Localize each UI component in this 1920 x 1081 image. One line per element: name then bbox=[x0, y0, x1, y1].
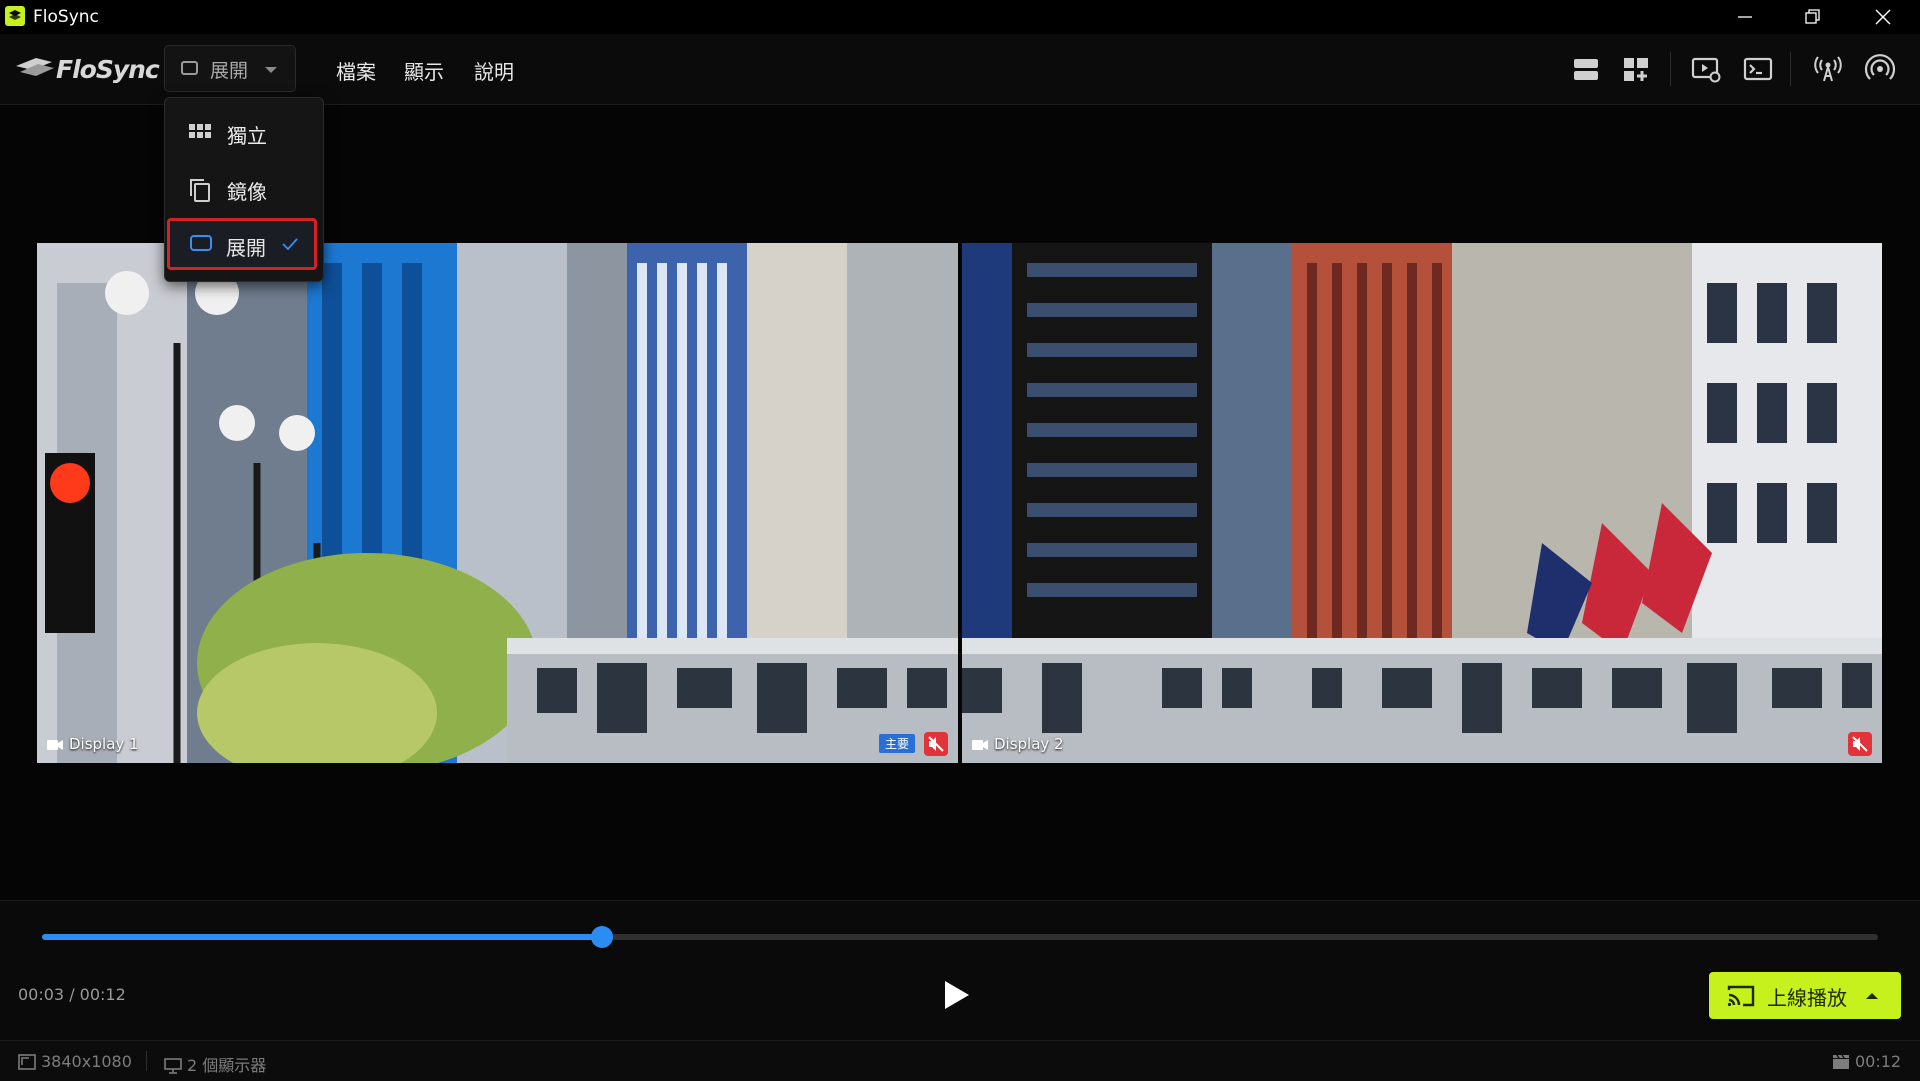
mute-button[interactable] bbox=[1848, 732, 1872, 756]
display-1-preview[interactable]: Display 1 主要 bbox=[37, 243, 958, 763]
copy-icon bbox=[190, 179, 210, 202]
broadcast-antenna-icon[interactable] bbox=[1812, 53, 1844, 85]
progress-fill bbox=[42, 934, 602, 940]
display-1-name: Display 1 bbox=[69, 735, 139, 753]
mode-option-label: 獨立 bbox=[227, 124, 267, 148]
cast-play-button[interactable]: 上線播放 bbox=[1709, 972, 1901, 1019]
app-icon bbox=[5, 6, 25, 26]
chevron-down-icon bbox=[265, 67, 277, 73]
mode-option-label: 鏡像 bbox=[227, 180, 267, 204]
terminal-icon[interactable] bbox=[1742, 53, 1774, 85]
layout-rows-icon[interactable] bbox=[1570, 53, 1602, 85]
toolbar-divider bbox=[1670, 52, 1671, 86]
mode-option-extend[interactable]: 展開 bbox=[167, 218, 317, 270]
displays-status: 2 個顯示器 bbox=[164, 1052, 266, 1076]
display-2-preview[interactable]: Display 2 bbox=[962, 243, 1882, 763]
display-2-image bbox=[962, 243, 1882, 763]
chevron-up-icon bbox=[1866, 993, 1878, 999]
resolution-text: 3840x1080 bbox=[41, 1052, 132, 1071]
monitor-icon bbox=[164, 1058, 182, 1074]
status-bar: 3840x1080 2 個顯示器 00:12 bbox=[0, 1040, 1920, 1081]
display-1-label: Display 1 bbox=[47, 735, 139, 753]
resolution-status: 3840x1080 bbox=[18, 1052, 132, 1071]
airplay-signal-icon[interactable] bbox=[1864, 53, 1896, 85]
restore-icon bbox=[1805, 9, 1820, 24]
window-title: FloSync bbox=[33, 7, 99, 27]
toolbar-divider bbox=[1790, 52, 1791, 86]
layout-grid-add-icon[interactable] bbox=[1620, 53, 1652, 85]
minimize-button[interactable] bbox=[1718, 0, 1772, 34]
logo-text: FloSync bbox=[56, 55, 160, 84]
title-bar: FloSync bbox=[0, 0, 1920, 34]
duration-status: 00:12 bbox=[1832, 1052, 1901, 1071]
mode-option-mirror[interactable]: 鏡像 bbox=[165, 163, 323, 215]
duration-text: 00:12 bbox=[1855, 1052, 1902, 1071]
speaker-muted-icon bbox=[928, 736, 944, 752]
status-divider bbox=[146, 1051, 147, 1071]
mute-button[interactable] bbox=[924, 732, 948, 756]
mode-option-label: 展開 bbox=[226, 236, 266, 260]
close-icon bbox=[1875, 9, 1891, 25]
minimize-icon bbox=[1738, 16, 1752, 18]
display-mode-dropdown: 獨立 鏡像 展開 bbox=[164, 97, 324, 282]
menu-help[interactable]: 說明 bbox=[474, 56, 514, 85]
restore-button[interactable] bbox=[1786, 0, 1840, 34]
menu-bar: FloSync 展開 檔案 顯示 說明 bbox=[0, 34, 1920, 105]
extend-icon bbox=[181, 61, 198, 75]
display-2-name: Display 2 bbox=[994, 735, 1064, 753]
extend-icon bbox=[190, 235, 212, 251]
grid-icon bbox=[189, 124, 211, 138]
camera-icon bbox=[47, 740, 63, 750]
video-settings-icon[interactable] bbox=[1690, 53, 1722, 85]
display-mode-label: 展開 bbox=[210, 60, 249, 82]
progress-slider[interactable] bbox=[42, 926, 1878, 948]
time-display: 00:03 / 00:12 bbox=[18, 985, 126, 1004]
primary-badge: 主要 bbox=[878, 734, 915, 753]
cast-icon bbox=[1727, 985, 1755, 1007]
speaker-muted-icon bbox=[1852, 736, 1868, 752]
display-1-image bbox=[37, 243, 958, 763]
cast-play-label: 上線播放 bbox=[1767, 986, 1847, 1010]
menu-view[interactable]: 顯示 bbox=[404, 56, 444, 85]
resolution-icon bbox=[18, 1054, 36, 1070]
display-mode-button[interactable]: 展開 bbox=[164, 45, 296, 92]
playback-controls: 00:03 / 00:12 上線播放 bbox=[0, 900, 1920, 1041]
displays-count-text: 2 個顯示器 bbox=[187, 1056, 267, 1075]
play-icon[interactable] bbox=[940, 978, 972, 1012]
progress-handle[interactable] bbox=[590, 926, 613, 948]
checkmark-icon bbox=[282, 238, 298, 251]
mode-option-independent[interactable]: 獨立 bbox=[165, 107, 323, 159]
close-button[interactable] bbox=[1856, 0, 1910, 34]
display-2-label: Display 2 bbox=[972, 735, 1064, 753]
menu-file[interactable]: 檔案 bbox=[336, 56, 376, 85]
clapperboard-icon bbox=[1833, 1054, 1849, 1069]
camera-icon bbox=[972, 740, 988, 750]
